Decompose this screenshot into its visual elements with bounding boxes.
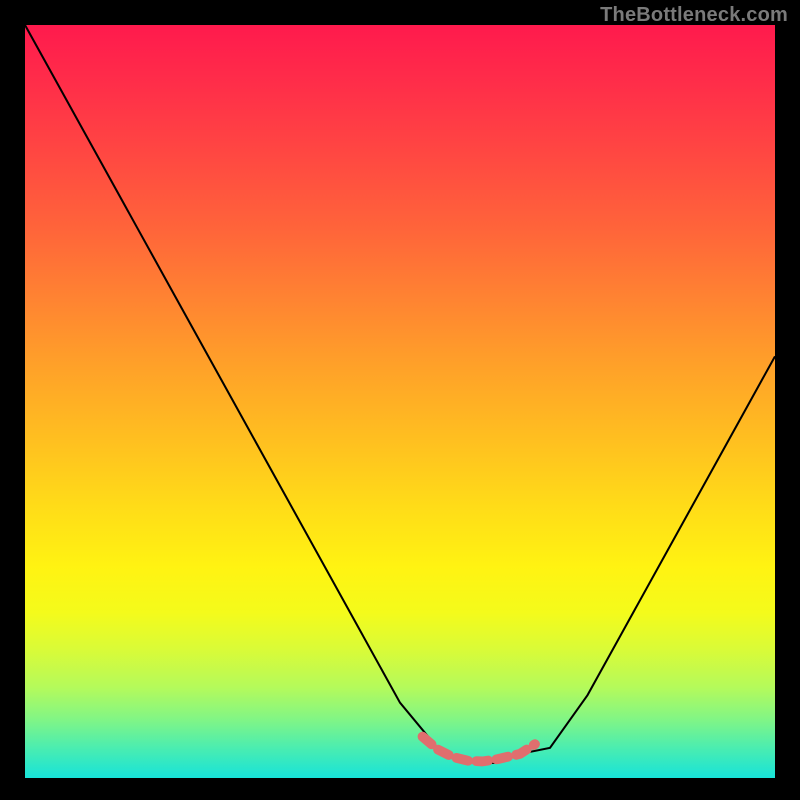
watermark-text: TheBottleneck.com xyxy=(600,4,788,27)
plot-area xyxy=(25,25,775,778)
chart-svg xyxy=(25,25,775,778)
chart-stage: TheBottleneck.com xyxy=(0,0,800,800)
marker-curve-path xyxy=(423,737,536,762)
main-curve-path xyxy=(25,25,775,763)
